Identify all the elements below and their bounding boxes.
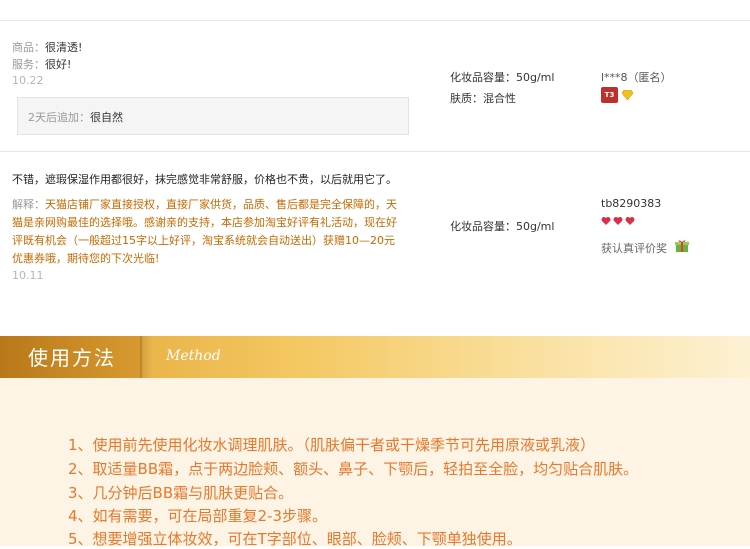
diamond-icon [622,90,633,100]
reply-line-4: 优惠券哦，期待您的下次光临! [12,252,160,265]
service-text: 很好! [45,58,72,71]
followup-box: 2天后追加：很自然 [17,97,409,135]
method-header-shadow [140,336,152,378]
reply-line-2: 猫是亲网购最佳的选择哦。感谢亲的支持，本店参加淘宝好评有礼活动，现在好 [12,216,397,229]
followup-text: 很自然 [90,111,123,124]
review-2-capacity: 化妆品容量：50g/ml [450,220,555,233]
product-text: 很清透! [45,41,83,54]
review-divider [0,151,750,152]
method-header-band: 使用方法 Method [0,336,750,378]
top-divider [0,20,750,21]
method-script-title: Method [166,348,221,364]
reply-line-1: 解释：天猫店铺厂家直接授权，直接厂家供货，品质、售后都是完全保障的，天 [12,196,397,212]
method-step-4: 4、如有需要，可在局部重复2-3步骤。 [68,507,328,525]
method-step-2: 2、取适量BB霜，点于两边脸颊、额头、鼻子、下颚后，轻拍至全脸，均匀贴合肌肤。 [68,460,639,478]
review-1-product-row: 商品：很清透! [12,39,82,55]
t3-badge-icon: T3 [601,87,618,103]
followup-label: 2天后追加： [28,111,90,124]
reply-line-3: 评既有机会（一般超过15字以上好评，淘宝系统就会自动送出）获赠10—20元 [12,234,395,247]
review-1-capacity: 化妆品容量：50g/ml [450,71,555,84]
method-step-1: 1、使用前先使用化妆水调理肌肤。（肌肤偏干者或干燥季节可先用原液或乳液） [68,436,596,454]
followup-row: 2天后追加：很自然 [28,109,123,125]
verified-review-text: 获认真评价奖 [601,242,667,255]
review-2-date: 10.11 [12,269,44,282]
reply-text-1: 天猫店铺厂家直接授权，直接厂家供货，品质、售后都是完全保障的，天 [45,198,397,211]
service-label: 服务： [12,58,45,71]
review-2-content: 不错，遮瑕保湿作用都很好，抹完感觉非常舒服，价格也不贵，以后就用它了。 [12,173,397,186]
method-content: 1、使用前先使用化妆水调理肌肤。（肌肤偏干者或干燥季节可先用原液或乳液） 2、取… [0,378,750,548]
reply-label: 解释： [12,198,45,211]
review-1-date: 10.22 [12,74,44,87]
method-title: 使用方法 [28,346,116,370]
review-1-user[interactable]: l***8（匿名） [601,69,672,85]
review-1-skin: 肤质：混合性 [450,92,516,105]
heart-rank-icon [601,217,635,225]
method-step-3: 3、几分钟后BB霜与肌肤更贴合。 [68,484,294,502]
review-2-user[interactable]: tb8290383 [601,197,661,210]
product-label: 商品： [12,41,45,54]
gift-icon [675,240,689,252]
review-1-service-row: 服务：很好! [12,56,71,72]
